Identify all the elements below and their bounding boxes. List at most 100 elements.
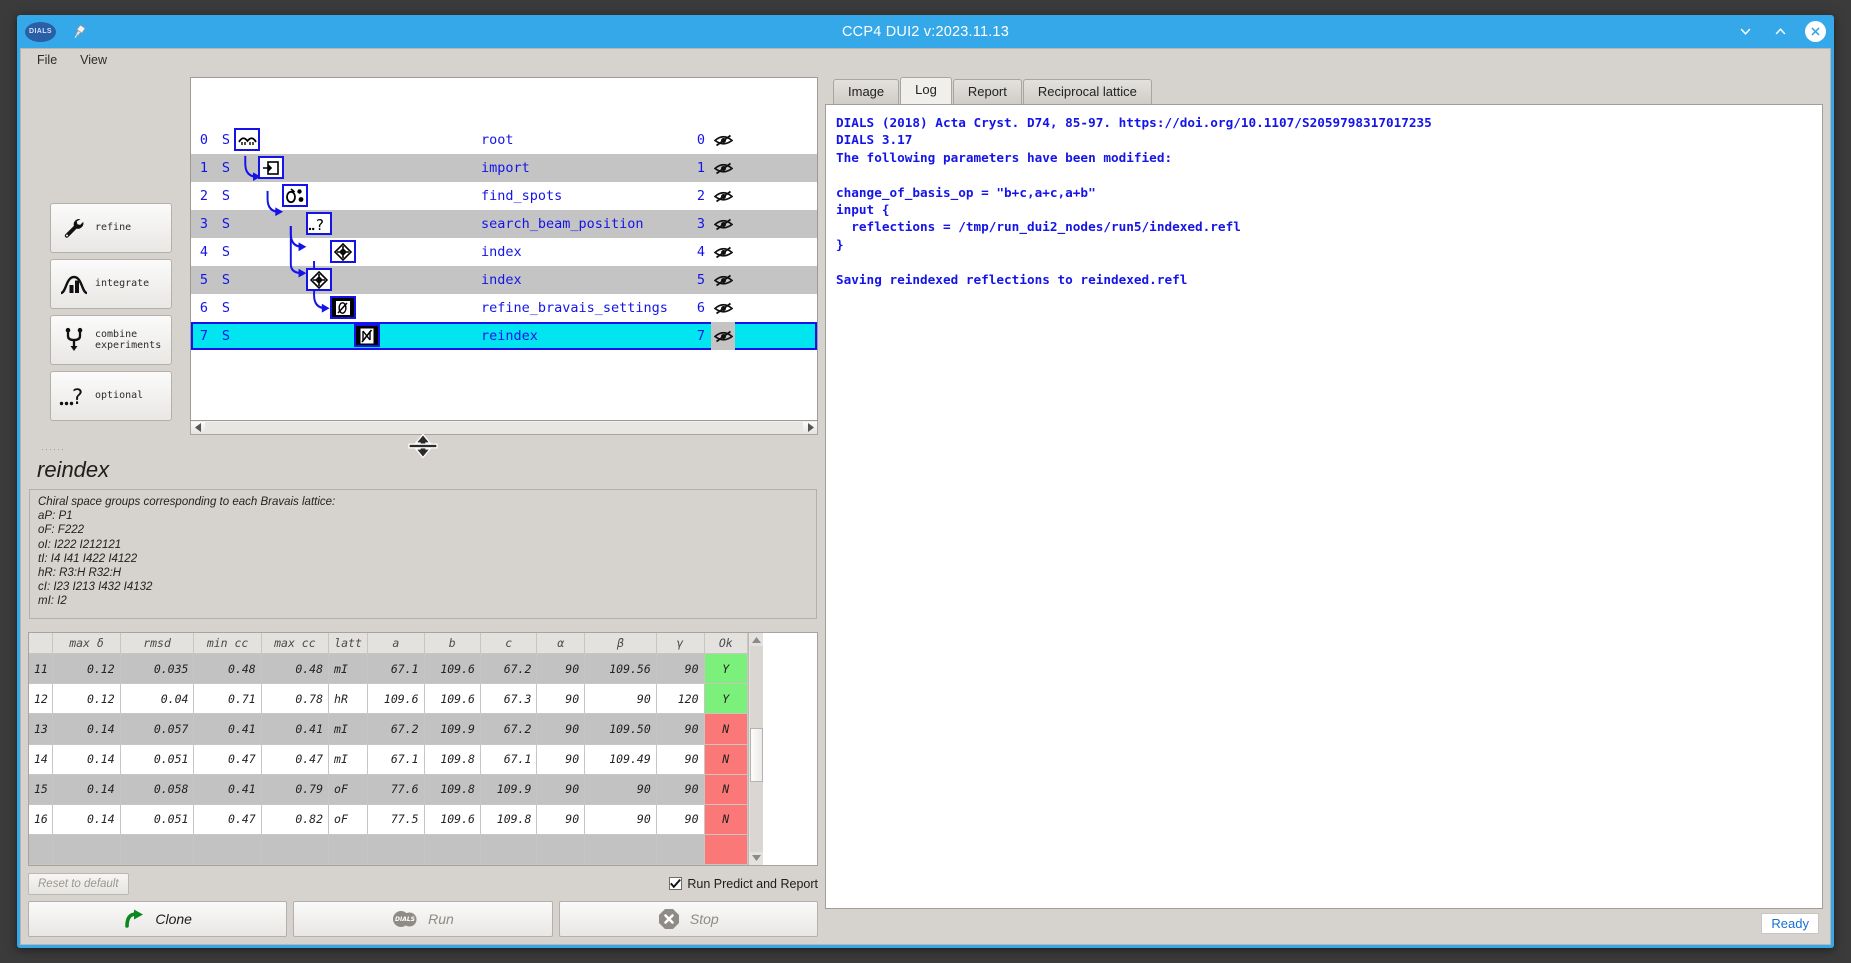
col-max-delta[interactable]: max δ [52,632,121,655]
spots-icon[interactable] [282,184,308,207]
cell-ok [704,834,749,865]
col-gamma[interactable]: γ [656,632,705,655]
col-beta[interactable]: β [584,632,657,655]
bravais-settings-table[interactable]: max δ rmsd min cc max cc latt a b c α β … [29,632,749,865]
menu-file[interactable]: File [37,53,57,67]
tree-row[interactable]: 3 S ? search_beam_position 3 [191,210,817,238]
root-icon[interactable] [234,128,260,151]
eyelash-icon[interactable] [711,162,735,175]
table-row[interactable]: 13 0.14 0.057 0.41 0.41 mI 67.2 109.9 67 [29,713,749,745]
col-ok[interactable]: Ok [704,632,749,655]
index-icon[interactable] [306,268,332,291]
status-badge: Ready [1761,912,1819,934]
tree-row[interactable]: 7 S reindex 7 [191,322,817,350]
table-scroll-track[interactable] [749,645,763,852]
tree-row-number: 6 [696,300,705,316]
tree-row-status: S [221,272,231,288]
tree-horizontal-scrollbar[interactable] [190,421,818,435]
question-icon[interactable]: ? [306,212,332,235]
stage-button-integrate[interactable]: integrate [50,259,172,309]
table-row[interactable]: 15 0.14 0.058 0.41 0.79 oF 77.6 109.8 10 [29,774,749,805]
menu-bar: File View [21,49,1830,71]
import-icon[interactable] [258,156,284,179]
cell-min-cc: 0.41 [193,774,262,805]
bravais-icon[interactable] [330,296,356,319]
desktop-background: DIALS CCP4 DUI2 v:2023.11.13 File View r… [0,0,1851,963]
stage-button-refine[interactable]: refine [50,203,172,253]
eyelash-icon[interactable] [711,190,735,203]
cell-max-cc: 0.47 [261,744,330,775]
eyelash-icon[interactable] [711,246,735,259]
tree-scroll-track[interactable] [205,421,803,434]
col-alpha[interactable]: α [536,632,586,655]
table-row[interactable]: 12 0.12 0.04 0.71 0.78 hR 109.6 109.6 67 [29,683,749,715]
dials-logo-icon: DIALS [25,21,56,42]
tree-row[interactable]: 2 S find_spots 2 [191,182,817,210]
stage-button-combine-experiments[interactable]: combine experiments [50,315,172,365]
eyelash-icon[interactable] [711,322,735,350]
tab-reciprocal-lattice[interactable]: Reciprocal lattice [1022,79,1152,104]
eyelash-icon[interactable] [711,134,735,147]
tree-row[interactable]: 0 S root 0 [191,126,817,154]
tree-row-name: search_beam_position [481,216,644,232]
cell-empty [193,834,262,865]
table-row[interactable]: 11 0.12 0.035 0.48 0.48 mI 67.1 109.6 67 [29,653,749,685]
tree-row-name: refine_bravais_settings [481,300,668,316]
log-output[interactable]: DIALS (2018) Acta Cryst. D74, 85-97. htt… [825,104,1823,909]
scroll-left-icon[interactable] [191,421,205,434]
eyelash-icon[interactable] [711,218,735,231]
log-line: } [836,236,844,252]
cell-empty [536,834,586,865]
splitter-grip: ······ [41,444,65,454]
col-c[interactable]: c [480,632,538,655]
eyelash-icon[interactable] [711,302,735,315]
tree-row[interactable]: 1 S import 1 [191,154,817,182]
col-latt[interactable]: latt [328,632,369,655]
reindex-icon[interactable] [354,324,380,347]
run-predict-option[interactable]: Run Predict and Report [669,877,818,891]
cell-min-cc: 0.48 [193,653,262,685]
tree-row[interactable]: 5 S index 5 [191,266,817,294]
table-row-partial[interactable] [29,834,749,865]
col-rmsd[interactable]: rmsd [120,632,195,655]
scroll-right-icon[interactable] [803,421,817,434]
description-line: oF: F222 [38,524,85,537]
scroll-up-icon[interactable] [750,633,763,646]
menu-view[interactable]: View [80,53,107,67]
tab-image[interactable]: Image [833,79,900,104]
col-b[interactable]: b [424,632,481,655]
pipeline-tree[interactable]: 0 S root 0 1 S import 1 2 S find_spots 2… [190,77,818,421]
index-icon[interactable] [330,240,356,263]
run-button[interactable]: DIALS Run [293,901,553,937]
tab-report[interactable]: Report [952,79,1022,104]
cell-max-delta: 0.12 [52,683,121,715]
clone-button[interactable]: Clone [28,901,288,937]
stop-button[interactable]: Stop [558,901,818,937]
col-a[interactable]: a [367,632,425,655]
table-scroll-thumb[interactable] [749,728,763,782]
col-min-cc[interactable]: min cc [193,632,262,655]
run-predict-checkbox[interactable] [669,877,683,890]
cell-alpha: 90 [536,774,586,805]
tab-log[interactable]: Log [900,77,952,104]
tree-row[interactable]: 6 S refine_bravais_settings 6 [191,294,817,322]
check-icon [670,879,682,888]
tree-row[interactable]: 4 S index 4 [191,238,817,266]
pin-icon[interactable] [68,21,90,43]
table-vertical-scrollbar[interactable] [748,632,763,865]
pane-splitter[interactable]: ······ [28,434,818,458]
reset-to-default-button[interactable]: Reset to default [28,872,129,895]
eyelash-icon[interactable] [711,274,735,287]
resize-vertical-icon[interactable] [405,434,441,458]
cell-empty [52,834,121,865]
cell-c: 67.2 [480,713,538,745]
scroll-down-icon[interactable] [750,852,763,865]
maximize-button[interactable] [1769,21,1791,43]
close-button[interactable] [1804,21,1826,43]
table-row[interactable]: 14 0.14 0.051 0.47 0.47 mI 67.1 109.8 67 [29,744,749,775]
minimize-button[interactable] [1734,21,1756,43]
cell-a: 77.6 [367,774,425,805]
stage-button-optional[interactable]: ? optional [50,371,172,421]
table-row[interactable]: 16 0.14 0.051 0.47 0.82 oF 77.5 109.6 10 [29,804,749,835]
col-max-cc[interactable]: max cc [261,632,330,655]
